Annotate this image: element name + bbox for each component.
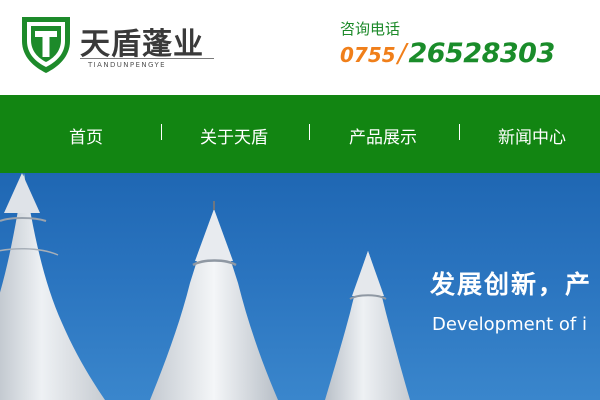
hero-banner: 发展创新，产 Development of i xyxy=(0,173,600,400)
phone-separator: / xyxy=(397,39,407,69)
brand-name: 天盾蓬业 xyxy=(80,27,204,62)
phone-area-code: 0755 xyxy=(340,43,396,67)
nav-separator xyxy=(459,124,460,140)
banner-slogan: 发展创新，产 xyxy=(430,270,593,299)
brand-logo[interactable]: 天盾蓬业 TIANDUNPENGYE xyxy=(18,11,228,77)
contact-block: 咨询电话 0755/26528303 xyxy=(340,18,590,78)
site-header: 天盾蓬业 TIANDUNPENGYE 咨询电话 0755/26528303 xyxy=(0,0,600,95)
shield-logo-icon xyxy=(22,17,70,73)
nav-item-home[interactable]: 首页 xyxy=(69,123,103,148)
nav-item-products[interactable]: 产品展示 xyxy=(349,123,417,148)
nav-separator xyxy=(161,124,162,140)
banner-slogan-english: Development of i xyxy=(432,314,587,335)
contact-label: 咨询电话 xyxy=(340,20,401,38)
nav-item-news[interactable]: 新闻中心 xyxy=(498,123,566,148)
main-nav: 首页 关于天盾 产品展示 新闻中心 xyxy=(0,95,600,173)
nav-separator xyxy=(309,124,310,140)
brand-pinyin: TIANDUNPENGYE xyxy=(88,61,166,69)
phone-main-number: 26528303 xyxy=(408,38,555,69)
phone-number[interactable]: 0755/26528303 xyxy=(340,38,555,69)
nav-item-about[interactable]: 关于天盾 xyxy=(200,123,268,148)
brand-divider xyxy=(80,58,214,59)
